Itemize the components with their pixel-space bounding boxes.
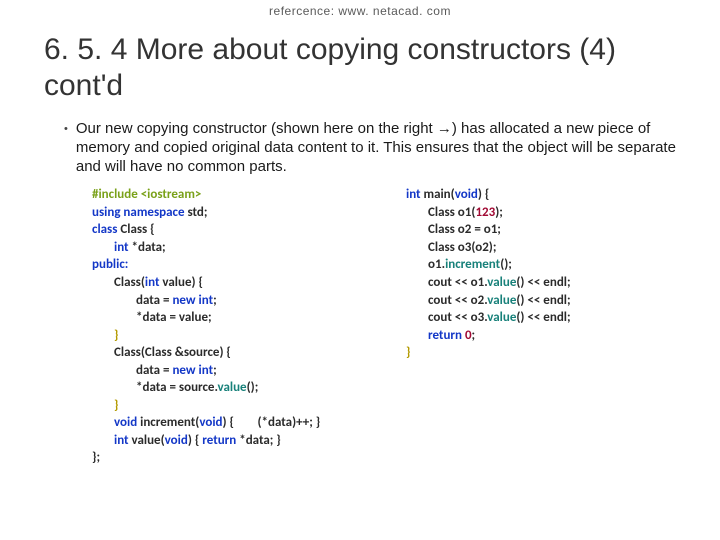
code-token: ) { (*data)++; }: [223, 415, 321, 430]
code-token: void: [455, 187, 478, 202]
code-token: data =: [136, 293, 172, 308]
code-token: Class o1(: [428, 205, 475, 220]
code-token: *data; }: [239, 433, 281, 448]
code-token: Class o2 = o1;: [428, 222, 501, 237]
code-token: ;: [472, 328, 476, 343]
code-token: () << endl;: [516, 293, 570, 308]
code-area: #include <iostream> using namespace std;…: [44, 176, 676, 467]
code-token: value(: [132, 433, 165, 448]
code-token: class: [92, 222, 120, 237]
code-token: value) {: [162, 275, 203, 290]
code-token: Class(: [114, 275, 145, 290]
bullet-dot-icon: •: [64, 120, 68, 137]
code-token: *data = value;: [136, 310, 212, 325]
code-token: void: [165, 433, 188, 448]
code-token: }: [114, 398, 118, 413]
code-token: new int: [172, 363, 213, 378]
code-line: #include <iostream>: [92, 187, 201, 202]
code-token: int: [114, 240, 132, 255]
code-token: data =: [136, 363, 172, 378]
code-token: value: [487, 310, 516, 325]
reference-text: refercence: www. netacad. com: [0, 0, 720, 18]
title-line-2: cont'd: [44, 69, 123, 102]
code-token: value: [487, 293, 516, 308]
code-token: ;: [213, 293, 217, 308]
code-token: () << endl;: [516, 275, 570, 290]
code-token: Class o3(o2);: [428, 240, 496, 255]
code-token: cout << o3.: [428, 310, 487, 325]
code-token: int: [145, 275, 163, 290]
code-left-column: #include <iostream> using namespace std;…: [92, 186, 382, 467]
code-token: void: [114, 415, 140, 430]
code-token: Class {: [120, 222, 154, 237]
code-token: 0: [465, 328, 472, 343]
code-token: );: [495, 205, 503, 220]
code-token: ) {: [188, 433, 202, 448]
code-token: cout << o2.: [428, 293, 487, 308]
code-token: o1.: [428, 257, 445, 272]
code-token: public:: [92, 257, 128, 272]
code-token: }: [114, 328, 118, 343]
code-token: int: [406, 187, 424, 202]
slide-title: 6. 5. 4 More about copying constructors …: [0, 18, 720, 110]
slide: refercence: www. netacad. com 6. 5. 4 Mo…: [0, 0, 720, 540]
code-token: *data = source.: [136, 380, 218, 395]
title-line-1: 6. 5. 4 More about copying constructors …: [44, 33, 616, 66]
code-token: return: [428, 328, 465, 343]
code-token: () << endl;: [516, 310, 570, 325]
code-token: ();: [247, 380, 259, 395]
code-token: }: [406, 345, 410, 360]
code-token: 123: [475, 205, 495, 220]
code-token: ();: [500, 257, 512, 272]
code-token: increment(: [140, 415, 199, 430]
code-token: return: [202, 433, 239, 448]
code-token: };: [92, 450, 100, 465]
code-token: cout << o1.: [428, 275, 487, 290]
code-token: std;: [187, 205, 207, 220]
code-token: ;: [213, 363, 217, 378]
code-token: ) {: [478, 187, 489, 202]
code-token: int: [114, 433, 132, 448]
code-token: main(: [424, 187, 455, 202]
code-token: increment: [445, 257, 500, 272]
slide-body: • Our new copying constructor (shown her…: [0, 110, 720, 467]
code-token: Class(Class &source) {: [114, 345, 231, 360]
code-token: new int: [172, 293, 213, 308]
code-token: using namespace: [92, 205, 187, 220]
code-token: *data;: [132, 240, 166, 255]
code-token: value: [487, 275, 516, 290]
code-token: value: [218, 380, 247, 395]
code-token: void: [199, 415, 222, 430]
code-right-column: int main(void) { Class o1(123); Class o2…: [382, 186, 666, 467]
bullet-text: Our new copying constructor (shown here …: [76, 120, 676, 176]
bullet-item: • Our new copying constructor (shown her…: [44, 120, 676, 176]
